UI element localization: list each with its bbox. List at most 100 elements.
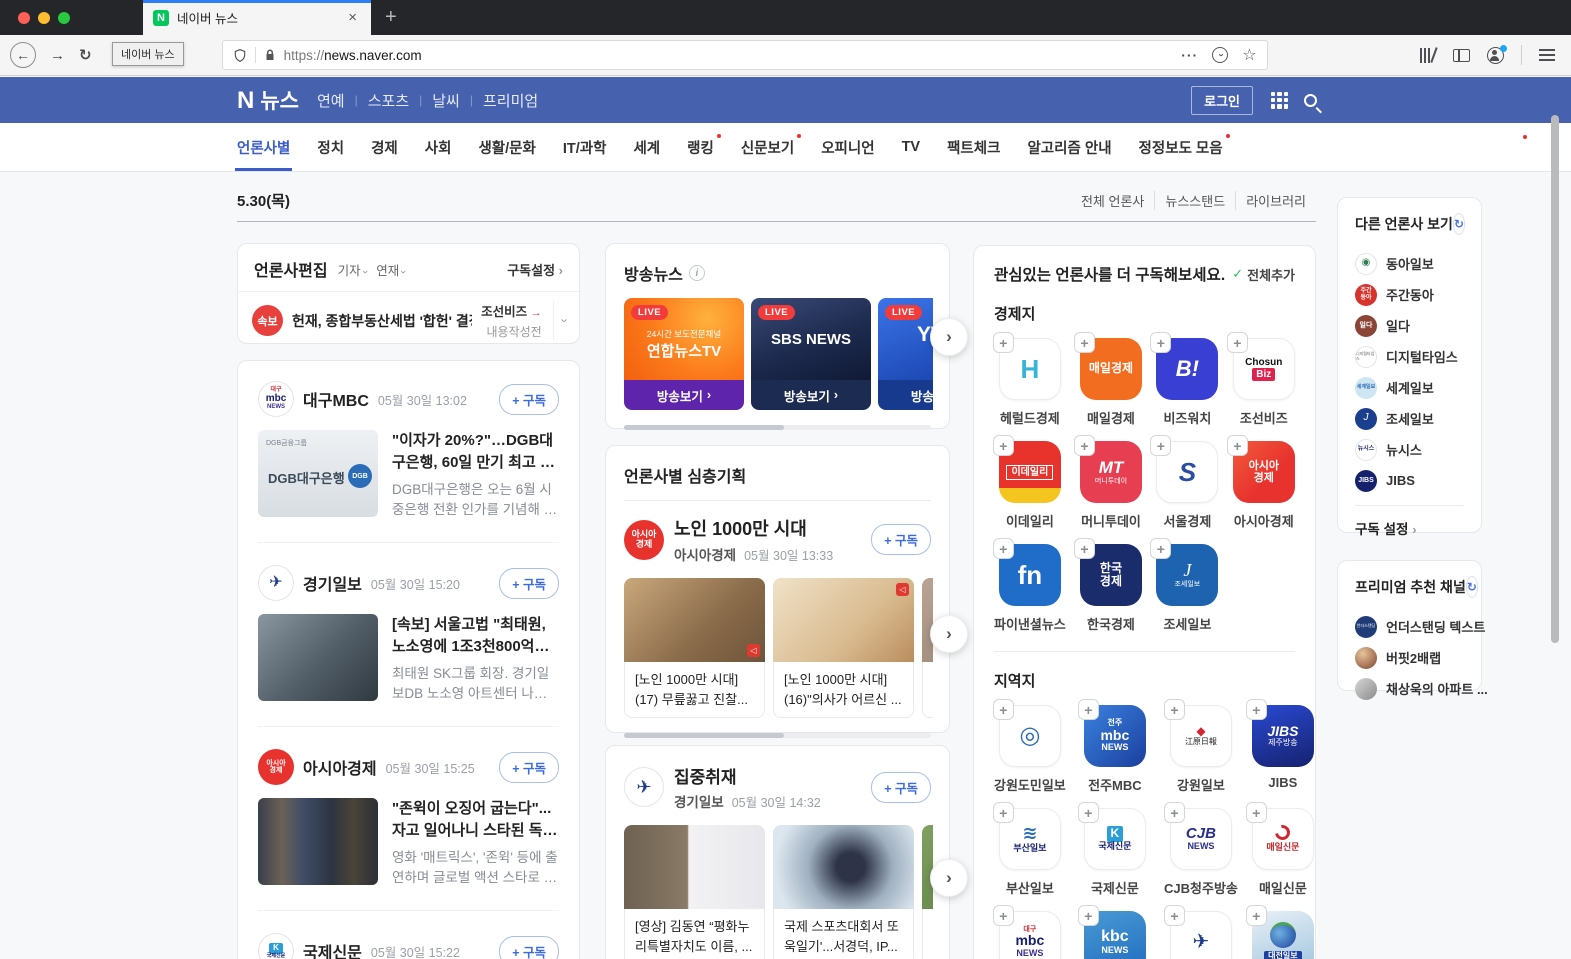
watch-broadcast-button[interactable]: 방송보기› bbox=[751, 380, 871, 410]
article-thumbnail[interactable] bbox=[258, 798, 378, 885]
press-list-item[interactable]: JIBSJIBS bbox=[1355, 465, 1464, 496]
press-tile[interactable]: +전주mbcNEWS bbox=[1084, 705, 1146, 767]
category-tab-3[interactable]: 사회 bbox=[425, 123, 452, 171]
category-tab-2[interactable]: 경제 bbox=[371, 123, 398, 171]
url-text[interactable]: https://news.naver.com bbox=[284, 48, 1174, 63]
press-logo-icon[interactable]: 아시아경제 bbox=[258, 749, 294, 785]
article-thumbnail[interactable] bbox=[624, 825, 765, 909]
article-title[interactable]: "존윅이 오징어 굽는다"...자고 일어나니 스타된 독일 남성 bbox=[392, 798, 559, 842]
add-press-button[interactable]: + bbox=[993, 699, 1014, 720]
press-logo-icon[interactable]: ✈ bbox=[258, 565, 294, 601]
add-press-button[interactable]: + bbox=[993, 538, 1014, 559]
press-list-item[interactable]: ◉동아일보 bbox=[1355, 248, 1464, 279]
press-list-item[interactable]: 채상욱의 아파트 ... bbox=[1355, 673, 1464, 704]
article-thumbnail[interactable] bbox=[922, 825, 933, 909]
add-press-button[interactable]: + bbox=[1150, 332, 1171, 353]
breaking-press-name[interactable]: 조선비즈 → bbox=[481, 305, 542, 319]
press-logo-icon[interactable]: J bbox=[1355, 408, 1377, 430]
press-tile[interactable]: +H bbox=[999, 338, 1061, 400]
press-logo-icon[interactable]: 디지털타임스 bbox=[1355, 346, 1377, 368]
press-logo-icon[interactable]: 언더스탠딩 bbox=[1355, 616, 1377, 638]
press-list-item[interactable]: 세계일보세계일보 bbox=[1355, 372, 1464, 403]
category-tab-13[interactable]: 정정보도 모음 bbox=[1139, 123, 1223, 171]
services-grid-icon[interactable] bbox=[1271, 92, 1288, 109]
press-tile[interactable]: +JIBS제주방송 bbox=[1252, 705, 1314, 767]
category-tab-10[interactable]: TV bbox=[902, 123, 921, 171]
press-logo-icon[interactable]: 아시아경제 bbox=[624, 520, 664, 560]
sidebar-toggle-icon[interactable] bbox=[1453, 49, 1470, 62]
breaking-title[interactable]: 헌재, 종합부동산세법 '합헌' 결정 bbox=[292, 311, 472, 331]
subscribe-button[interactable]: + 구독 bbox=[871, 772, 931, 803]
article-thumbnail[interactable]: DGB금융그룹DGB대구은행DGB bbox=[258, 430, 378, 517]
filter-reporter[interactable]: 기자› bbox=[338, 260, 367, 279]
series-article-item[interactable]: 국제 스포츠대회서 또 '욱일기'...서경덕, IP... bbox=[773, 825, 914, 959]
press-name[interactable]: 국제신문 bbox=[303, 939, 362, 959]
press-logo-asia-economy[interactable]: 아시아경제 bbox=[624, 520, 664, 560]
close-window-button[interactable] bbox=[18, 12, 30, 24]
press-logo-icon[interactable]: ◉ bbox=[1355, 253, 1377, 275]
press-tile[interactable]: +◆江原日報 bbox=[1170, 705, 1232, 767]
subscription-settings-footer[interactable]: 구독 설정 › bbox=[1355, 505, 1464, 538]
category-tab-4[interactable]: 생활/문화 bbox=[478, 123, 535, 171]
focus-title[interactable]: 집중취재 bbox=[674, 763, 821, 788]
press-tile[interactable]: +매일신문 bbox=[1252, 808, 1314, 870]
add-all-button[interactable]: ✓전체추가 bbox=[1232, 265, 1295, 284]
press-logo-icon[interactable]: 뉴시스 bbox=[1355, 439, 1377, 461]
broadcast-next-button[interactable]: › bbox=[930, 318, 968, 356]
press-tile[interactable]: +B! bbox=[1156, 338, 1218, 400]
press-tile[interactable]: +kbcNEWS bbox=[1084, 911, 1146, 959]
broadcast-card-0[interactable]: LIVE24시간 보도전문채널연합뉴스TV방송보기› bbox=[624, 298, 744, 410]
add-press-button[interactable]: + bbox=[1246, 802, 1267, 823]
press-tile[interactable]: +아시아경제 bbox=[1233, 441, 1295, 503]
press-tile[interactable]: +대전일보 bbox=[1252, 911, 1314, 959]
article-caption[interactable]: 푸드트도로공 bbox=[922, 909, 933, 959]
filter-series[interactable]: 연재› bbox=[376, 260, 405, 279]
info-icon[interactable]: i bbox=[689, 265, 705, 281]
add-press-button[interactable]: + bbox=[1246, 699, 1267, 720]
add-press-button[interactable]: + bbox=[1074, 435, 1095, 456]
article-caption[interactable]: [영상] 김동연 “평화누리특별자치도 이름, ... bbox=[624, 909, 765, 959]
pocket-icon[interactable]: › bbox=[1212, 47, 1228, 63]
broadcast-card-1[interactable]: LIVESBS NEWS방송보기› bbox=[751, 298, 871, 410]
press-name[interactable]: 경기일보 bbox=[303, 571, 362, 595]
broadcast-scrollbar-thumb[interactable] bbox=[624, 425, 784, 430]
category-tab-11[interactable]: 팩트체크 bbox=[947, 123, 1000, 171]
press-tile[interactable]: +◎ bbox=[999, 705, 1061, 767]
lock-icon[interactable] bbox=[264, 48, 276, 62]
broadcast-scrollbar[interactable] bbox=[624, 425, 931, 430]
press-logo-icon[interactable]: ✈ bbox=[624, 767, 664, 807]
deep-dive-next-button[interactable]: › bbox=[930, 615, 968, 653]
press-tile[interactable]: +J조세일보 bbox=[1156, 544, 1218, 606]
press-logo-icon[interactable]: 주간동아 bbox=[1355, 284, 1377, 306]
press-name[interactable]: 대구MBC bbox=[303, 387, 369, 411]
minimize-window-button[interactable] bbox=[38, 12, 50, 24]
date-link-2[interactable]: 라이브러리 bbox=[1235, 191, 1316, 210]
watch-broadcast-button[interactable]: 방송보기› bbox=[624, 380, 744, 410]
press-logo-icon[interactable]: 일다 bbox=[1355, 315, 1377, 337]
forward-button[interactable]: → bbox=[50, 47, 65, 64]
bookmark-star-icon[interactable]: ☆ bbox=[1242, 45, 1256, 65]
focus-next-button[interactable]: › bbox=[930, 859, 968, 897]
deep-dive-scrollbar-thumb[interactable] bbox=[624, 733, 784, 738]
add-press-button[interactable]: + bbox=[993, 905, 1014, 926]
press-tile[interactable]: +S bbox=[1156, 441, 1218, 503]
press-list-item[interactable]: 일다일다 bbox=[1355, 310, 1464, 341]
page-actions-icon[interactable]: ··· bbox=[1181, 47, 1198, 63]
press-tile[interactable]: +CJBNEWS bbox=[1170, 808, 1232, 870]
category-tab-0[interactable]: 언론사별 bbox=[237, 123, 290, 171]
press-list-item[interactable]: 주간동아주간동아 bbox=[1355, 279, 1464, 310]
add-press-button[interactable]: + bbox=[1227, 332, 1248, 353]
page-scrollbar-thumb[interactable] bbox=[1551, 115, 1559, 643]
zoom-window-button[interactable] bbox=[58, 12, 70, 24]
shield-icon[interactable] bbox=[233, 48, 247, 63]
series-article-item[interactable]: [영상] 김동연 “평화누리특별자치도 이름, ... bbox=[624, 825, 765, 959]
press-tile[interactable]: +✈ bbox=[1170, 911, 1232, 959]
article-thumbnail[interactable] bbox=[922, 578, 933, 662]
close-tab-icon[interactable]: × bbox=[344, 8, 361, 27]
add-press-button[interactable]: + bbox=[993, 802, 1014, 823]
press-tile[interactable]: +매일경제 bbox=[1080, 338, 1142, 400]
press-list-item[interactable]: J조세일보 bbox=[1355, 403, 1464, 434]
category-tab-12[interactable]: 알고리즘 안내 bbox=[1027, 123, 1111, 171]
press-name[interactable]: 아시아경제 bbox=[303, 755, 377, 779]
deep-dive-scrollbar[interactable] bbox=[624, 733, 931, 738]
